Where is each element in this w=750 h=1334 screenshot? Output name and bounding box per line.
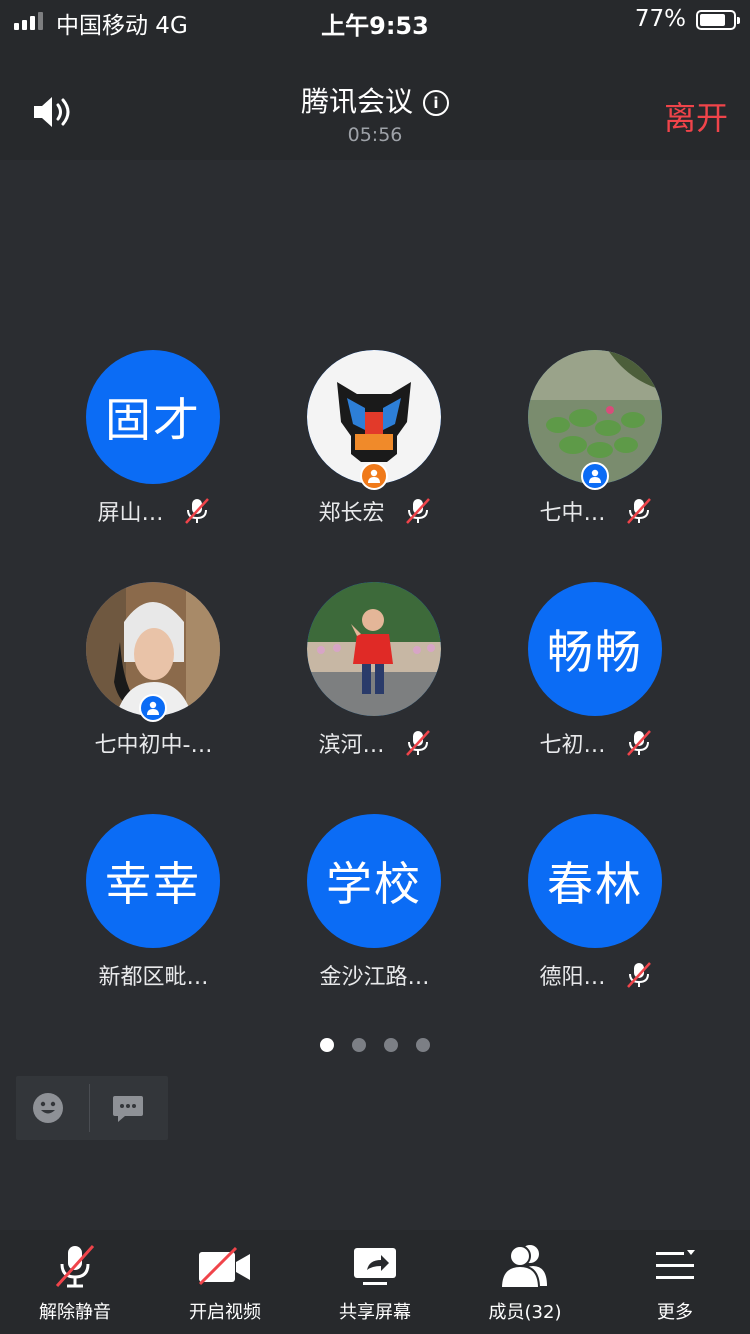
unmute-label: 解除静音 [39,1302,111,1323]
battery-icon [696,10,740,30]
more-menu-icon [600,1242,750,1290]
participant-name-row: 郑长宏 [264,495,485,527]
participant-grid: 固才 屏山… 郑长宏 七中… 七中初中-… 滨河… 畅畅 七初… 幸幸 新都区毗… 学校 金沙江路… 春… [43,350,707,990]
participant-name: 金沙江路… [319,965,430,990]
participant-name-row: 德阳… [485,959,706,991]
meeting-duration: 05:56 [347,124,403,146]
avatar: 固才 [86,350,220,484]
chat-icon[interactable] [112,1092,144,1128]
participant-name: 新都区毗… [98,965,209,990]
muted-mic-icon [405,729,431,757]
video-off-icon [150,1242,300,1290]
participant-name-row: 七初… [485,727,706,759]
battery-percent: 77% [634,6,686,32]
participant-name-row: 屏山… [43,495,264,527]
page-dot[interactable] [384,1038,398,1052]
avatar [86,582,220,722]
participant-name: 七中初中-… [94,733,213,758]
participant-name: 郑长宏 [318,501,385,526]
participant-name: 滨河… [318,733,385,758]
share-screen-button[interactable]: 共享屏幕 [300,1230,450,1334]
role-badge-icon [360,462,388,490]
meeting-header: 腾讯会议 i 05:56 离开 [0,40,750,160]
participant-name-row: 金沙江路… [264,959,485,991]
participant-tile[interactable]: 春林德阳… [485,814,706,990]
start-video-button[interactable]: 开启视频 [150,1230,300,1334]
status-bar: 中国移动 4G 上午9:53 77% [0,0,750,40]
avatar: 幸幸 [86,814,220,948]
participant-name: 屏山… [97,501,164,526]
emoji-icon[interactable] [32,1092,64,1128]
page-indicator[interactable] [0,1038,750,1052]
role-badge-icon [139,694,167,722]
participant-tile[interactable]: 七中… [485,350,706,526]
participant-name-row: 七中… [485,495,706,527]
bottom-toolbar: 解除静音 开启视频 共享屏幕 成员(32) 更多 [0,1230,750,1334]
share-screen-icon [300,1242,450,1290]
muted-mic-icon [0,1242,150,1290]
members-button[interactable]: 成员(32) [450,1230,600,1334]
info-icon[interactable]: i [423,90,449,116]
more-label: 更多 [657,1302,693,1323]
muted-mic-icon [626,729,652,757]
unmute-button[interactable]: 解除静音 [0,1230,150,1334]
leave-button[interactable]: 离开 [664,93,728,139]
more-button[interactable]: 更多 [600,1230,750,1334]
role-badge-icon [581,462,609,490]
participant-name-row: 新都区毗… [43,959,264,991]
members-label: 成员(32) [488,1302,562,1323]
avatar [307,350,441,490]
share-screen-label: 共享屏幕 [339,1302,411,1323]
page-dot[interactable] [352,1038,366,1052]
start-video-label: 开启视频 [189,1302,261,1323]
participant-name-row: 七中初中-… [43,727,264,759]
participant-name: 七初… [539,733,606,758]
participant-tile[interactable]: 畅畅七初… [485,582,706,758]
reaction-panel [16,1076,168,1140]
participant-tile[interactable]: 滨河… [264,582,485,758]
page-dot[interactable] [320,1038,334,1052]
participant-name: 德阳… [539,965,606,990]
divider [89,1084,90,1132]
muted-mic-icon [626,961,652,989]
members-icon [450,1242,600,1290]
muted-mic-icon [626,497,652,525]
avatar: 学校 [307,814,441,948]
avatar: 畅畅 [528,582,662,716]
meeting-title-row[interactable]: 腾讯会议 i [0,80,750,120]
participant-tile[interactable]: 七中初中-… [43,582,264,758]
avatar: 春林 [528,814,662,948]
meeting-title: 腾讯会议 [300,85,413,118]
muted-mic-icon [184,497,210,525]
participant-tile[interactable]: 学校金沙江路… [264,814,485,990]
participant-tile[interactable]: 郑长宏 [264,350,485,526]
participant-tile[interactable]: 幸幸新都区毗… [43,814,264,990]
avatar [307,582,441,716]
page-dot[interactable] [416,1038,430,1052]
participant-name: 七中… [539,501,606,526]
participant-tile[interactable]: 固才屏山… [43,350,264,526]
avatar [528,350,662,490]
participant-name-row: 滨河… [264,727,485,759]
muted-mic-icon [405,497,431,525]
